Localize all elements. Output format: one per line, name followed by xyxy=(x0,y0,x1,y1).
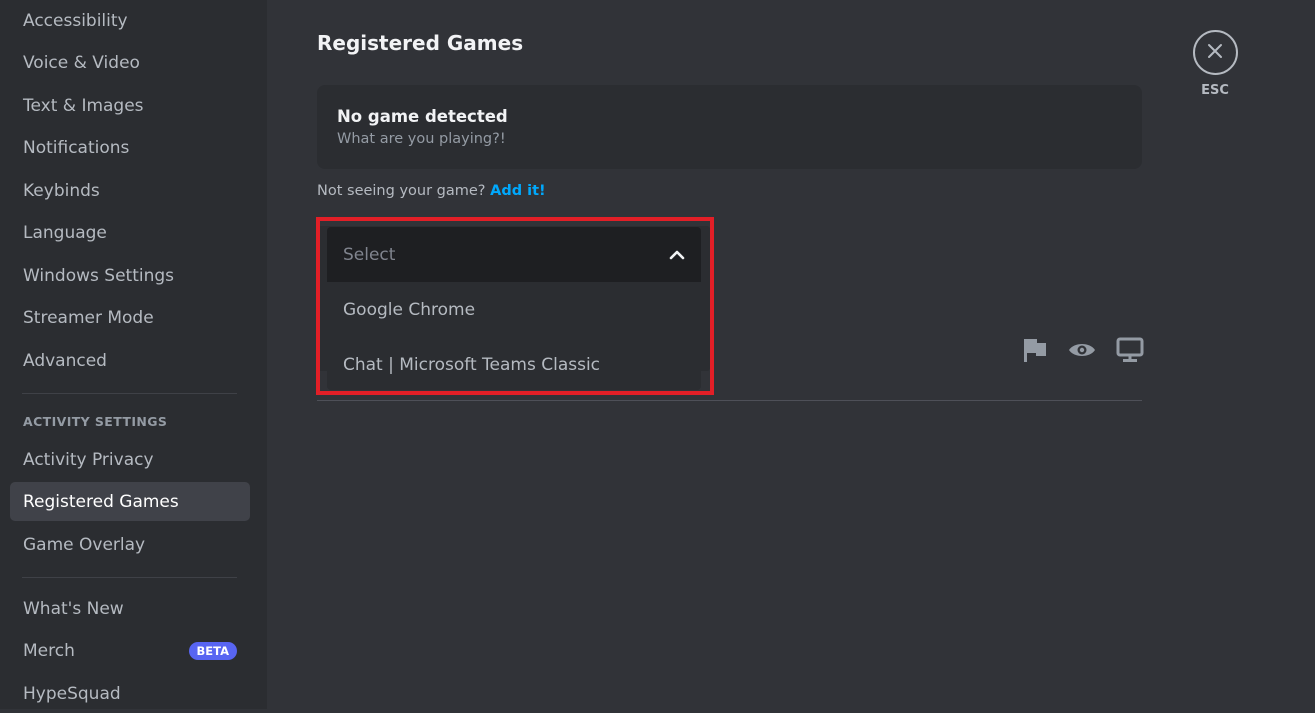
sidebar-item-notifications[interactable]: Notifications xyxy=(10,128,250,167)
sidebar-item-registered-games[interactable]: Registered Games xyxy=(10,482,250,521)
close-settings: ESC xyxy=(1192,30,1238,98)
sidebar-item-windows-settings[interactable]: Windows Settings xyxy=(10,256,250,295)
sidebar-item-label: Activity Privacy xyxy=(23,449,154,470)
page-title: Registered Games xyxy=(317,31,524,55)
sidebar-item-activity-privacy[interactable]: Activity Privacy xyxy=(10,440,250,479)
add-game-prompt: Not seeing your game? Add it! xyxy=(317,183,546,199)
monitor-icon[interactable] xyxy=(1116,336,1144,368)
sidebar-item-label: Voice & Video xyxy=(23,52,140,73)
settings-content: Registered Games No game detected What a… xyxy=(267,0,1315,709)
sidebar-divider xyxy=(22,577,237,578)
sidebar-item-streamer-mode[interactable]: Streamer Mode xyxy=(10,298,250,337)
sidebar-item-label: HypeSquad xyxy=(23,683,121,704)
sidebar-item-label: Merch xyxy=(23,640,75,661)
section-divider xyxy=(317,400,1142,401)
flag-icon[interactable] xyxy=(1022,336,1048,368)
game-row-actions xyxy=(1022,336,1144,368)
detection-subtitle: What are you playing?! xyxy=(337,131,506,147)
game-detection-card: No game detected What are you playing?! xyxy=(317,85,1142,169)
sidebar-item-merch[interactable]: Merch BETA xyxy=(10,631,250,670)
sidebar-item-label: Advanced xyxy=(23,350,107,371)
detection-status: No game detected xyxy=(337,107,508,126)
sidebar-item-keybinds[interactable]: Keybinds xyxy=(10,171,250,210)
sidebar-item-label: Language xyxy=(23,222,107,243)
sidebar-section-header: ACTIVITY SETTINGS xyxy=(23,414,168,429)
sidebar-item-accessibility[interactable]: Accessibility xyxy=(10,1,250,40)
sidebar-item-voice-video[interactable]: Voice & Video xyxy=(10,43,250,82)
sidebar-item-label: Registered Games xyxy=(23,491,179,512)
sidebar-item-language[interactable]: Language xyxy=(10,213,250,252)
beta-badge: BETA xyxy=(188,641,237,660)
sidebar-divider xyxy=(22,393,237,394)
esc-label: ESC xyxy=(1201,83,1229,98)
sidebar-item-label: Text & Images xyxy=(23,95,144,116)
sidebar-item-label: What's New xyxy=(23,598,124,619)
settings-sidebar: Accessibility Voice & Video Text & Image… xyxy=(0,0,267,709)
close-icon xyxy=(1206,42,1224,64)
sidebar-item-label: Keybinds xyxy=(23,180,100,201)
sidebar-item-label: Notifications xyxy=(23,137,130,158)
sidebar-item-label: Windows Settings xyxy=(23,265,175,286)
sidebar-item-game-overlay[interactable]: Game Overlay xyxy=(10,525,250,564)
sidebar-item-text-images[interactable]: Text & Images xyxy=(10,86,250,125)
close-button[interactable] xyxy=(1192,30,1238,75)
sidebar-item-whats-new[interactable]: What's New xyxy=(10,589,250,628)
not-seeing-text: Not seeing your game? xyxy=(317,183,486,199)
sidebar-item-advanced[interactable]: Advanced xyxy=(10,341,250,380)
add-game-link[interactable]: Add it! xyxy=(490,183,546,199)
sidebar-item-label: Streamer Mode xyxy=(23,307,154,328)
eye-icon[interactable] xyxy=(1068,340,1096,364)
sidebar-item-label: Game Overlay xyxy=(23,534,146,555)
sidebar-item-label: Accessibility xyxy=(23,10,128,31)
sidebar-item-hypesquad[interactable]: HypeSquad xyxy=(10,674,250,713)
highlight-annotation-box xyxy=(316,217,714,395)
